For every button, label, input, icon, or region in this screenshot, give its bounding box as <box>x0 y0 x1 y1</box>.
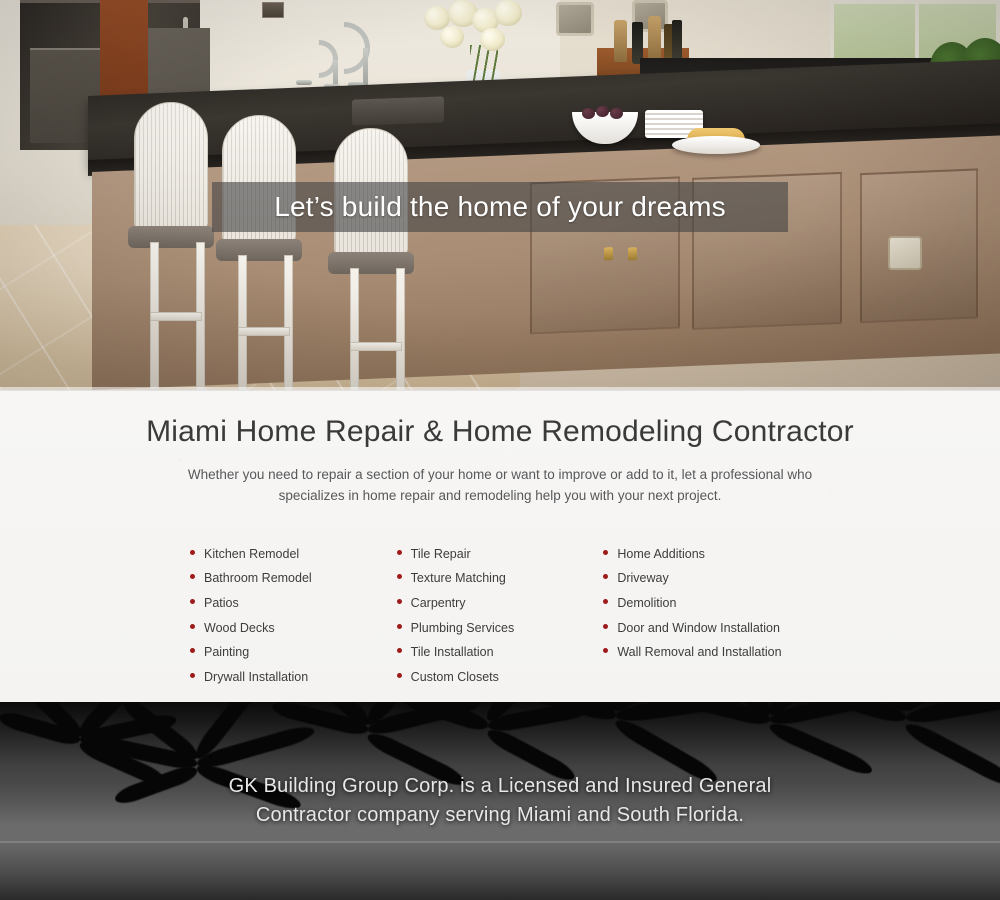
list-item[interactable]: Kitchen Remodel <box>190 545 397 563</box>
page-title: Miami Home Repair & Home Remodeling Cont… <box>146 415 854 448</box>
page-subtitle: Whether you need to repair a section of … <box>187 467 813 503</box>
services-column-2: Tile Repair Texture Matching Carpentry P… <box>396 545 604 693</box>
list-item[interactable]: Door and Window Installation <box>603 619 810 637</box>
pie-plate <box>672 136 760 154</box>
list-item[interactable]: Demolition <box>603 594 810 612</box>
list-item[interactable]: Painting <box>190 643 397 661</box>
footer-line-2: Contractor company serving Miami and Sou… <box>255 804 745 826</box>
footer-text-block: GK Building Group Corp. is a Licensed an… <box>0 702 1000 900</box>
hero-section: Let’s build the home of your dreams <box>0 0 1000 390</box>
fruit-3 <box>610 108 623 119</box>
list-item[interactable]: Tile Repair <box>396 545 604 563</box>
hero-headline: Let’s build the home of your dreams <box>274 191 726 222</box>
services-section: Miami Home Repair & Home Remodeling Cont… <box>0 390 1000 702</box>
list-item[interactable]: Custom Closets <box>396 668 604 686</box>
list-item[interactable]: Driveway <box>603 569 810 587</box>
services-columns: Kitchen Remodel Bathroom Remodel Patios … <box>0 545 1000 693</box>
list-item[interactable]: Bathroom Remodel <box>190 569 397 587</box>
island-knob-2 <box>628 247 637 261</box>
list-item[interactable]: Drywall Installation <box>190 668 397 686</box>
landing-page: Let’s build the home of your dreams Miam… <box>0 0 1000 900</box>
pepper-grinder-1 <box>614 20 627 62</box>
pepper-grinder-2 <box>648 16 661 62</box>
footer-section: GK Building Group Corp. is a Licensed an… <box>0 702 1000 900</box>
services-column-3: Home Additions Driveway Demolition Door … <box>603 545 810 693</box>
footer-line-1: GK Building Group Corp. is a Licensed an… <box>228 775 772 797</box>
fruit-1 <box>582 108 595 119</box>
services-column-1: Kitchen Remodel Bathroom Remodel Patios … <box>190 545 397 693</box>
rose-5 <box>440 26 464 48</box>
list-item[interactable]: Patios <box>190 594 397 612</box>
faucet-handle-left <box>296 80 312 85</box>
island-light-switch <box>888 236 922 270</box>
list-item[interactable]: Carpentry <box>396 594 604 612</box>
hero-title-overlay: Let’s build the home of your dreams <box>212 182 788 232</box>
rose-6 <box>480 28 505 51</box>
kitchen-sink <box>352 96 444 126</box>
list-item[interactable]: Tile Installation <box>396 643 604 661</box>
services-list-3: Home Additions Driveway Demolition Door … <box>603 545 810 662</box>
wall-picture-frame <box>262 2 284 18</box>
services-list-2: Tile Repair Texture Matching Carpentry P… <box>396 545 604 686</box>
list-item[interactable]: Texture Matching <box>396 569 604 587</box>
rose-4 <box>494 0 522 26</box>
island-knob-1 <box>604 247 613 261</box>
list-item[interactable]: Wall Removal and Installation <box>603 643 810 661</box>
list-item[interactable]: Wood Decks <box>190 619 397 637</box>
wall-mirror-left <box>556 2 594 36</box>
list-item[interactable]: Home Additions <box>603 545 810 563</box>
list-item[interactable]: Plumbing Services <box>396 619 604 637</box>
fruit-2 <box>596 106 609 117</box>
services-list-1: Kitchen Remodel Bathroom Remodel Patios … <box>190 545 397 686</box>
